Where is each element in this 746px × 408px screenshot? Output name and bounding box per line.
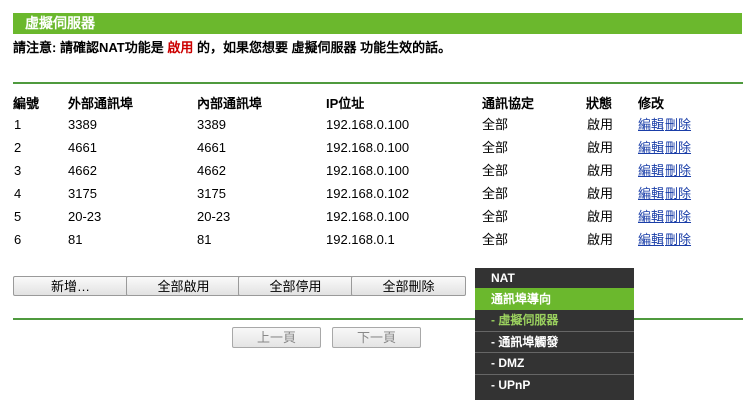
add-button[interactable]: 新增…: [13, 276, 128, 296]
edit-link[interactable]: 編輯: [638, 140, 664, 155]
menu-item-upnp[interactable]: - UPnP: [475, 374, 634, 396]
delete-link[interactable]: 刪除: [665, 232, 691, 247]
row-ip: 192.168.0.100: [326, 163, 410, 178]
edit-link[interactable]: 編輯: [638, 163, 664, 178]
row-status: 啟用: [587, 163, 614, 178]
menu-item-dmz[interactable]: - DMZ: [475, 352, 634, 374]
col-header-status: 狀態: [586, 96, 613, 111]
row-status: 啟用: [587, 117, 614, 132]
row-protocol: 全部: [482, 232, 509, 247]
row-external-port: 20-23: [68, 209, 102, 224]
row-protocol: 全部: [482, 209, 509, 224]
row-id: 3: [14, 163, 22, 178]
col-header-protocol: 通訊協定: [482, 96, 535, 111]
delete-link[interactable]: 刪除: [665, 186, 691, 201]
row-protocol: 全部: [482, 186, 509, 201]
row-status: 啟用: [587, 209, 614, 224]
row-id: 6: [14, 232, 22, 247]
col-header-internal-port: 內部通訊埠: [197, 96, 263, 111]
row-internal-port: 81: [197, 232, 212, 247]
col-header-ip: IP位址: [326, 96, 365, 111]
row-id: 4: [14, 186, 22, 201]
row-ip: 192.168.0.100: [326, 117, 410, 132]
delete-link[interactable]: 刪除: [665, 140, 691, 155]
menu-item-port-forwarding[interactable]: 通訊埠導向: [475, 288, 634, 310]
row-status: 啟用: [587, 140, 614, 155]
row-internal-port: 3175: [197, 186, 226, 201]
row-external-port: 4662: [68, 163, 97, 178]
menu-item-nat[interactable]: NAT: [475, 268, 634, 288]
row-protocol: 全部: [482, 140, 509, 155]
row-protocol: 全部: [482, 163, 509, 178]
notice-prefix: 請注意: 請確認NAT功能是: [13, 40, 168, 55]
disable-all-button[interactable]: 全部停用: [238, 276, 353, 296]
notice-suffix: 的，如果您想要 虛擬伺服器 功能生效的話。: [193, 40, 452, 55]
row-external-port: 3175: [68, 186, 97, 201]
prev-page-button[interactable]: 上一頁: [232, 327, 321, 348]
delete-link[interactable]: 刪除: [665, 117, 691, 132]
edit-link[interactable]: 編輯: [638, 186, 664, 201]
next-page-button[interactable]: 下一頁: [332, 327, 421, 348]
row-internal-port: 3389: [197, 117, 226, 132]
row-ip: 192.168.0.1: [326, 232, 395, 247]
nav-menu: NAT 通訊埠導向 - 虛擬伺服器 - 通訊埠觸發 - DMZ - UPnP: [475, 268, 634, 400]
delete-link[interactable]: 刪除: [665, 209, 691, 224]
row-id: 5: [14, 209, 22, 224]
notice-text: 請注意: 請確認NAT功能是 啟用 的，如果您想要 虛擬伺服器 功能生效的話。: [13, 39, 451, 56]
row-external-port: 81: [68, 232, 83, 247]
row-status: 啟用: [587, 186, 614, 201]
enable-all-button[interactable]: 全部啟用: [126, 276, 241, 296]
col-header-id: 編號: [13, 96, 40, 111]
col-header-external-port: 外部通訊埠: [68, 96, 134, 111]
row-status: 啟用: [587, 232, 614, 247]
row-ip: 192.168.0.100: [326, 209, 410, 224]
row-id: 2: [14, 140, 22, 155]
row-protocol: 全部: [482, 117, 509, 132]
notice-highlight: 啟用: [167, 40, 194, 55]
edit-link[interactable]: 編輯: [638, 117, 664, 132]
row-ip: 192.168.0.100: [326, 140, 410, 155]
row-external-port: 4661: [68, 140, 97, 155]
col-header-modify: 修改: [638, 96, 665, 111]
delete-link[interactable]: 刪除: [665, 163, 691, 178]
row-id: 1: [14, 117, 22, 132]
menu-item-port-triggering[interactable]: - 通訊埠觸發: [475, 331, 634, 352]
edit-link[interactable]: 編輯: [638, 209, 664, 224]
row-ip: 192.168.0.102: [326, 186, 410, 201]
row-internal-port: 20-23: [197, 209, 231, 224]
row-external-port: 3389: [68, 117, 97, 132]
edit-link[interactable]: 編輯: [638, 232, 664, 247]
divider-top: [13, 82, 743, 84]
page-title: 虛擬伺服器: [25, 15, 95, 31]
title-bar: 虛擬伺服器: [13, 13, 742, 34]
menu-item-virtual-server[interactable]: - 虛擬伺服器: [475, 310, 634, 331]
row-internal-port: 4661: [197, 140, 226, 155]
delete-all-button[interactable]: 全部刪除: [351, 276, 466, 296]
row-internal-port: 4662: [197, 163, 226, 178]
